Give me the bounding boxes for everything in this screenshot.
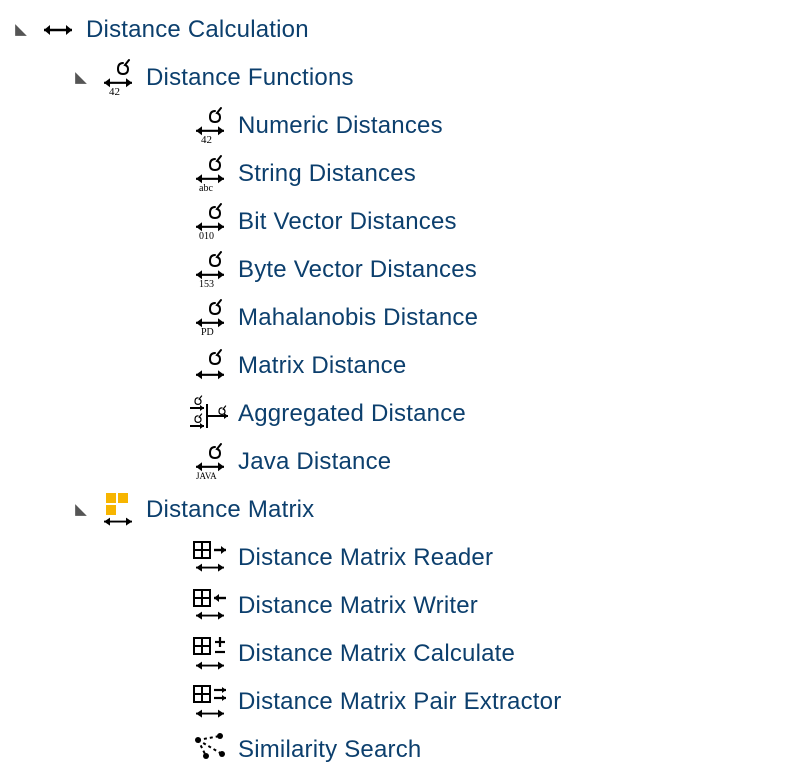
tree-item-distance-calculation[interactable]: Distance Calculation — [10, 6, 806, 54]
tree-item-label: Distance Functions — [146, 64, 354, 92]
matrix-pair-extractor-icon — [190, 682, 230, 722]
tree-item-numeric-distances[interactable]: 42 Numeric Distances — [10, 102, 806, 150]
tree-item-mahalanobis-distance[interactable]: PD Mahalanobis Distance — [10, 294, 806, 342]
tree-item-label: String Distances — [238, 160, 416, 188]
tree-item-aggregated-distance[interactable]: Aggregated Distance — [10, 390, 806, 438]
tree-item-label: Aggregated Distance — [238, 400, 466, 428]
svg-text:153: 153 — [199, 279, 214, 290]
distance-matrix-category-icon — [98, 490, 138, 530]
tree-item-distance-matrix-pair-extractor[interactable]: Distance Matrix Pair Extractor — [10, 678, 806, 726]
tree-item-distance-functions[interactable]: 42 Distance Functions — [10, 54, 806, 102]
svg-text:42: 42 — [201, 134, 212, 146]
tree-item-string-distances[interactable]: abc String Distances — [10, 150, 806, 198]
delta-arrow-abc-icon: abc — [190, 154, 230, 194]
tree-item-label: Distance Matrix — [146, 496, 314, 524]
tree-item-label: Distance Matrix Writer — [238, 592, 478, 620]
delta-arrow-pd-icon: PD — [190, 298, 230, 338]
svg-text:010: 010 — [199, 231, 214, 242]
delta-arrow-153-icon: 153 — [190, 250, 230, 290]
tree-item-distance-matrix-calculate[interactable]: Distance Matrix Calculate — [10, 630, 806, 678]
tree-item-distance-matrix[interactable]: Distance Matrix — [10, 486, 806, 534]
delta-arrow-42-icon: 42 — [98, 58, 138, 98]
tree-item-distance-matrix-writer[interactable]: Distance Matrix Writer — [10, 582, 806, 630]
tree-item-label: Byte Vector Distances — [238, 256, 477, 284]
svg-text:JAVA: JAVA — [196, 471, 217, 481]
tree-item-label: Similarity Search — [238, 736, 421, 764]
tree-item-label: Java Distance — [238, 448, 391, 476]
matrix-writer-icon — [190, 586, 230, 626]
expand-toggle-icon[interactable] — [10, 19, 32, 41]
tree-item-similarity-search[interactable]: Similarity Search — [10, 726, 806, 768]
bidir-arrow-icon — [38, 10, 78, 50]
delta-arrow-42-icon: 42 — [190, 106, 230, 146]
matrix-reader-icon — [190, 538, 230, 578]
tree-item-label: Distance Matrix Calculate — [238, 640, 515, 668]
tree-item-java-distance[interactable]: JAVA Java Distance — [10, 438, 806, 486]
matrix-calculate-icon — [190, 634, 230, 674]
tree-item-label: Distance Matrix Reader — [238, 544, 493, 572]
svg-text:PD: PD — [201, 327, 214, 338]
expand-toggle-icon[interactable] — [70, 499, 92, 521]
tree-item-label: Distance Calculation — [86, 16, 309, 44]
tree-item-label: Matrix Distance — [238, 352, 406, 380]
expand-toggle-icon[interactable] — [70, 67, 92, 89]
tree-item-label: Distance Matrix Pair Extractor — [238, 688, 561, 716]
tree-item-byte-vector-distances[interactable]: 153 Byte Vector Distances — [10, 246, 806, 294]
tree-item-label: Numeric Distances — [238, 112, 443, 140]
node-tree: Distance Calculation 42 Distance Functio… — [0, 0, 806, 768]
delta-arrow-010-icon: 010 — [190, 202, 230, 242]
svg-text:42: 42 — [109, 86, 120, 98]
tree-item-distance-matrix-reader[interactable]: Distance Matrix Reader — [10, 534, 806, 582]
svg-text:abc: abc — [199, 183, 213, 194]
delta-arrow-icon — [190, 346, 230, 386]
similarity-search-icon — [190, 730, 230, 768]
aggregated-distance-icon — [190, 394, 230, 434]
tree-item-bit-vector-distances[interactable]: 010 Bit Vector Distances — [10, 198, 806, 246]
tree-item-label: Mahalanobis Distance — [238, 304, 478, 332]
tree-item-matrix-distance[interactable]: Matrix Distance — [10, 342, 806, 390]
tree-item-label: Bit Vector Distances — [238, 208, 457, 236]
delta-arrow-java-icon: JAVA — [190, 442, 230, 482]
